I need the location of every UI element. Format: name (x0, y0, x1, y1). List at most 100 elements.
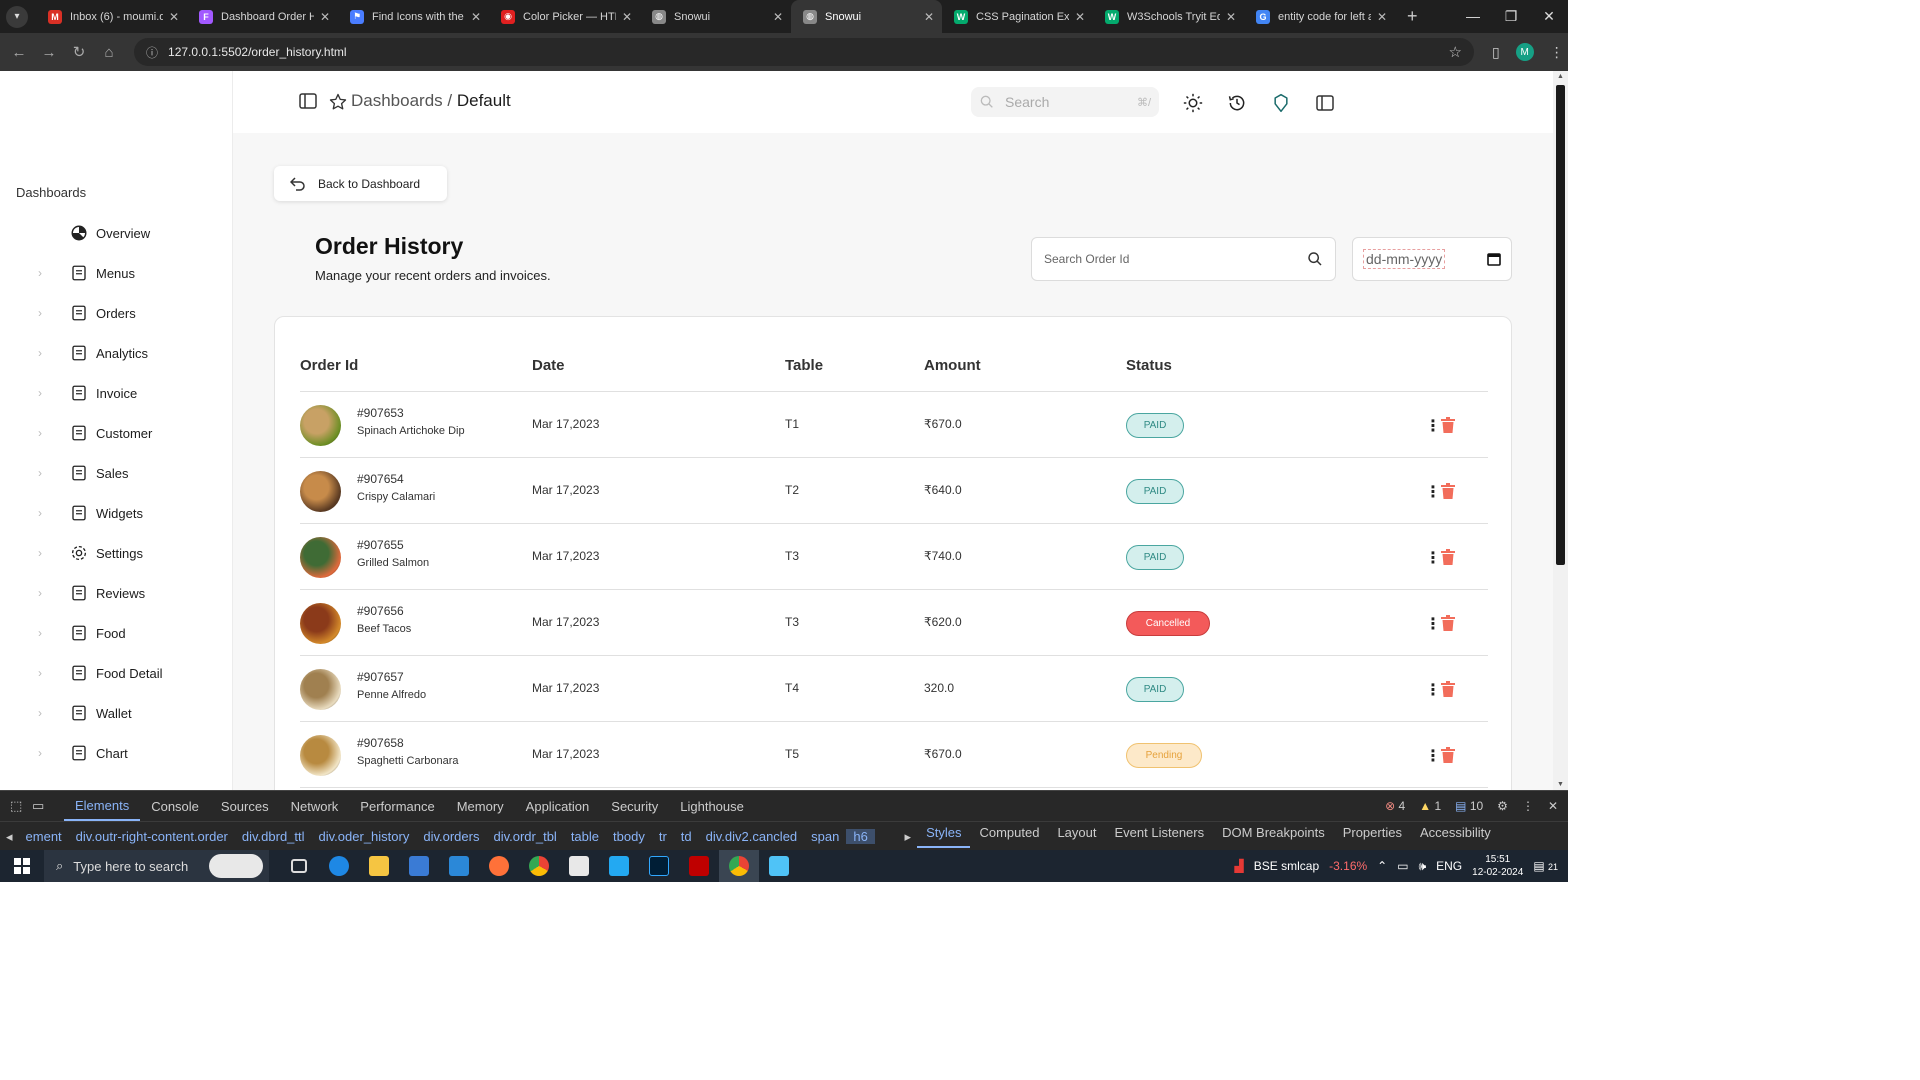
browser-tab[interactable]: ⚑ Find Icons with the Pe ✕ (338, 0, 489, 33)
taskbar-search-input[interactable]: ⌕ Type here to search (44, 850, 269, 882)
devtools-subtab[interactable]: Layout (1048, 825, 1105, 848)
calendar-icon[interactable] (1487, 252, 1501, 266)
chevron-right-icon[interactable]: › (38, 506, 42, 520)
more-options-icon[interactable]: ⋮ (1425, 482, 1441, 502)
copilot-icon[interactable] (209, 854, 263, 878)
notification-bell-icon[interactable] (1271, 93, 1291, 113)
devtools-tab[interactable]: Lighthouse (669, 791, 755, 821)
chevron-right-icon[interactable]: › (38, 386, 42, 400)
sun-icon[interactable] (1183, 93, 1203, 113)
chevron-right-icon[interactable]: › (38, 706, 42, 720)
dom-breadcrumb[interactable]: tbody (606, 829, 652, 844)
devtools-tab[interactable]: Memory (446, 791, 515, 821)
devtools-tab[interactable]: Performance (349, 791, 445, 821)
dom-breadcrumb[interactable]: div.div2.cancled (699, 829, 805, 844)
edge-icon[interactable] (319, 850, 359, 882)
scrollbar-thumb[interactable] (1556, 85, 1565, 565)
sidebar-item-customer[interactable]: › Customer (0, 413, 232, 453)
order-id[interactable]: #907657 (357, 670, 404, 684)
history-icon[interactable] (1227, 93, 1247, 113)
scroll-up-icon[interactable]: ▲ (1557, 73, 1564, 80)
sidebar-item-sales[interactable]: › Sales (0, 453, 232, 493)
slack-icon[interactable] (559, 850, 599, 882)
sidebar-item-wallet[interactable]: › Wallet (0, 693, 232, 733)
back-to-dashboard-button[interactable]: Back to Dashboard (274, 166, 447, 201)
browser-tab[interactable]: ◉ Color Picker — HTML ✕ (489, 0, 640, 33)
scroll-down-icon[interactable]: ▼ (1557, 781, 1564, 788)
sidebar-item-reviews[interactable]: › Reviews (0, 573, 232, 613)
browser-tab[interactable]: ◍ Snowui ✕ (640, 0, 791, 33)
sidebar-item-widgets[interactable]: › Widgets (0, 493, 232, 533)
chevron-right-icon[interactable]: › (38, 546, 42, 560)
chevron-right-icon[interactable]: › (38, 346, 42, 360)
sidebar-item-orders[interactable]: › Orders (0, 293, 232, 333)
chevron-right-icon[interactable]: › (38, 306, 42, 320)
sidebar-item-food[interactable]: › Food (0, 613, 232, 653)
more-options-icon[interactable]: ⋮ (1425, 614, 1441, 634)
site-info-icon[interactable]: ⓘ (146, 44, 158, 61)
chevron-right-icon[interactable]: › (38, 746, 42, 760)
devtools-subtab[interactable]: Accessibility (1411, 825, 1500, 848)
warning-count[interactable]: ▲ 1 (1419, 799, 1441, 813)
address-bar[interactable]: ⓘ 127.0.0.1:5502/order_history.html ☆ (134, 38, 1474, 66)
order-id[interactable]: #907654 (357, 472, 404, 486)
order-id[interactable]: #907653 (357, 406, 404, 420)
dom-breadcrumb[interactable]: ement (19, 829, 69, 844)
delete-icon[interactable] (1441, 417, 1455, 438)
dom-breadcrumb[interactable]: div.dbrd_ttl (235, 829, 312, 844)
clock[interactable]: 15:51 12-02-2024 (1472, 853, 1523, 879)
devtools-menu-icon[interactable]: ⋮ (1522, 799, 1534, 813)
favorite-star-icon[interactable] (329, 93, 347, 116)
browser-menu-icon[interactable]: ⋮ (1550, 44, 1564, 61)
tab-search-button[interactable]: ▾ (6, 5, 28, 28)
devtools-settings-icon[interactable]: ⚙ (1497, 799, 1508, 813)
language-indicator[interactable]: ENG (1436, 859, 1462, 873)
devtools-subtab[interactable]: Event Listeners (1106, 825, 1214, 848)
chevron-right-icon[interactable]: › (38, 426, 42, 440)
side-panel-icon[interactable]: ▯ (1492, 44, 1500, 61)
error-count[interactable]: ⊗ 4 (1385, 799, 1405, 813)
delete-icon[interactable] (1441, 747, 1455, 768)
devtools-tab[interactable]: Console (140, 791, 210, 821)
tab-close-icon[interactable]: ✕ (773, 10, 783, 24)
home-icon[interactable]: ⌂ (94, 44, 124, 61)
chevron-right-icon[interactable]: › (38, 266, 42, 280)
device-toolbar-icon[interactable]: ▭ (32, 798, 64, 814)
page-scrollbar[interactable]: ▲ ▼ (1553, 71, 1568, 790)
chrome-profile-icon[interactable] (719, 850, 759, 882)
tab-close-icon[interactable]: ✕ (320, 10, 330, 24)
sidebar-item-overview[interactable]: Overview (0, 213, 232, 253)
dom-breadcrumb[interactable]: span (804, 829, 846, 844)
sidebar-item-analytics[interactable]: › Analytics (0, 333, 232, 373)
dom-breadcrumb[interactable]: div.ordr_tbl (486, 829, 563, 844)
order-id[interactable]: #907655 (357, 538, 404, 552)
minimize-icon[interactable]: — (1454, 8, 1492, 25)
breadcrumb-parent[interactable]: Dashboards (351, 91, 443, 110)
dom-breadcrumb[interactable]: table (564, 829, 606, 844)
devtools-tab[interactable]: Security (600, 791, 669, 821)
chevron-right-icon[interactable]: › (38, 586, 42, 600)
dom-breadcrumb[interactable]: div.oder_history (312, 829, 417, 844)
delete-icon[interactable] (1441, 483, 1455, 504)
order-id-search-input[interactable]: Search Order Id (1031, 237, 1336, 281)
bookmark-star-icon[interactable]: ☆ (1449, 43, 1462, 61)
sidebar-item-settings[interactable]: › Settings (0, 533, 232, 573)
date-filter-input[interactable]: dd-mm-yyyy (1352, 237, 1512, 281)
paint-icon[interactable] (759, 850, 799, 882)
sidebar-item-menus[interactable]: › Menus (0, 253, 232, 293)
tab-close-icon[interactable]: ✕ (1226, 10, 1236, 24)
store-icon[interactable] (399, 850, 439, 882)
chevron-right-icon[interactable]: › (38, 626, 42, 640)
message-count[interactable]: ▤ 10 (1455, 799, 1483, 813)
notification-center-icon[interactable]: ▤ 21 (1533, 859, 1558, 873)
close-window-icon[interactable]: ✕ (1530, 8, 1568, 25)
devtools-tab[interactable]: Sources (210, 791, 280, 821)
browser-tab[interactable]: W CSS Pagination Exam ✕ (942, 0, 1093, 33)
devtools-close-icon[interactable]: ✕ (1548, 799, 1558, 813)
sidebar-item-food-detail[interactable]: › Food Detail (0, 653, 232, 693)
delete-icon[interactable] (1441, 615, 1455, 636)
profile-avatar[interactable]: M (1515, 43, 1534, 61)
chevron-right-icon[interactable]: › (38, 666, 42, 680)
sidebar-toggle-icon[interactable] (299, 93, 317, 116)
task-view-icon[interactable] (279, 850, 319, 882)
